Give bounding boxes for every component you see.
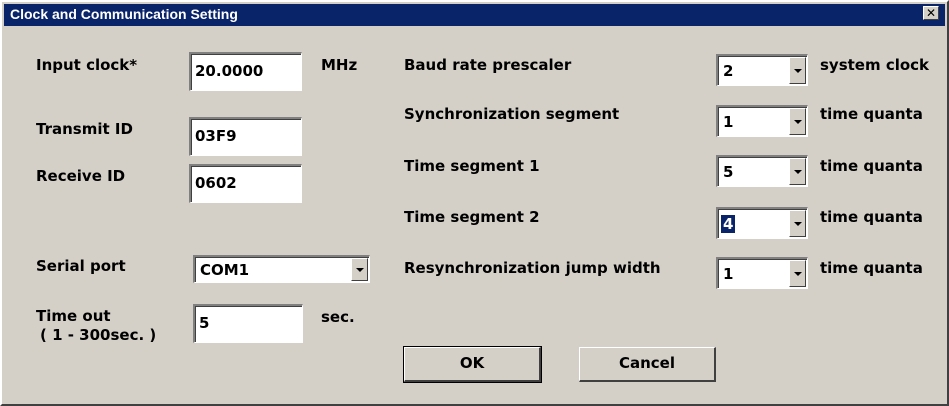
serial-port-dropdown-button[interactable]: [351, 258, 368, 281]
chevron-down-icon: [794, 68, 802, 73]
chevron-down-icon: [794, 221, 802, 226]
time-segment-2-label: Time segment 2: [404, 208, 540, 226]
sync-segment-select[interactable]: 1: [716, 105, 808, 137]
input-clock-unit: MHz: [321, 56, 358, 74]
baud-rate-prescaler-unit: system clock: [820, 56, 930, 74]
time-segment-1-label: Time segment 1: [404, 157, 540, 175]
input-clock-field[interactable]: 20.0000: [189, 52, 302, 91]
baud-rate-prescaler-value: 2: [723, 62, 734, 80]
transmit-id-field[interactable]: 03F9: [189, 117, 302, 156]
time-segment-1-unit: time quanta: [820, 157, 923, 175]
time-segment-2-unit: time quanta: [820, 208, 923, 226]
sync-segment-unit: time quanta: [820, 105, 923, 123]
chevron-down-icon: [356, 267, 364, 272]
time-segment-1-dropdown-button[interactable]: [789, 158, 806, 185]
time-out-range: ( 1 - 300sec. ): [40, 326, 157, 344]
title-bar[interactable]: Clock and Communication Setting ✕: [4, 4, 945, 26]
receive-id-field[interactable]: 0602: [189, 164, 302, 203]
receive-id-label: Receive ID: [36, 167, 126, 185]
chevron-down-icon: [794, 169, 802, 174]
time-segment-2-value: 4: [719, 214, 737, 234]
time-segment-2-select[interactable]: 4: [716, 207, 808, 239]
resync-jump-width-value: 1: [723, 265, 734, 283]
time-out-label: Time out: [36, 307, 111, 325]
baud-rate-prescaler-label: Baud rate prescaler: [404, 56, 572, 74]
baud-rate-prescaler-select[interactable]: 2: [716, 54, 808, 86]
sync-segment-value: 1: [723, 113, 734, 131]
resync-jump-width-label: Resynchronization jump width: [404, 259, 661, 277]
input-clock-label: Input clock*: [36, 56, 138, 74]
resync-jump-width-unit: time quanta: [820, 259, 923, 277]
transmit-id-label: Transmit ID: [36, 120, 133, 138]
close-button[interactable]: ✕: [923, 6, 939, 20]
resync-jump-width-dropdown-button[interactable]: [789, 260, 806, 287]
close-icon: ✕: [925, 6, 937, 20]
serial-port-select[interactable]: COM1: [193, 255, 370, 283]
time-out-field[interactable]: 5: [193, 304, 303, 343]
serial-port-value: COM1: [200, 261, 250, 279]
resync-jump-width-select[interactable]: 1: [716, 257, 808, 289]
ok-button[interactable]: OK: [403, 346, 542, 383]
sync-segment-label: Synchronization segment: [404, 105, 620, 123]
baud-rate-prescaler-dropdown-button[interactable]: [789, 57, 806, 84]
cancel-button[interactable]: Cancel: [579, 347, 716, 382]
window-title: Clock and Communication Setting: [10, 6, 238, 22]
chevron-down-icon: [794, 119, 802, 124]
sync-segment-dropdown-button[interactable]: [789, 108, 806, 135]
chevron-down-icon: [794, 271, 802, 276]
time-segment-2-dropdown-button[interactable]: [789, 210, 806, 237]
time-segment-1-value: 5: [723, 163, 734, 181]
serial-port-label: Serial port: [36, 257, 126, 275]
time-out-unit: sec.: [321, 308, 355, 326]
time-segment-1-select[interactable]: 5: [716, 155, 808, 187]
